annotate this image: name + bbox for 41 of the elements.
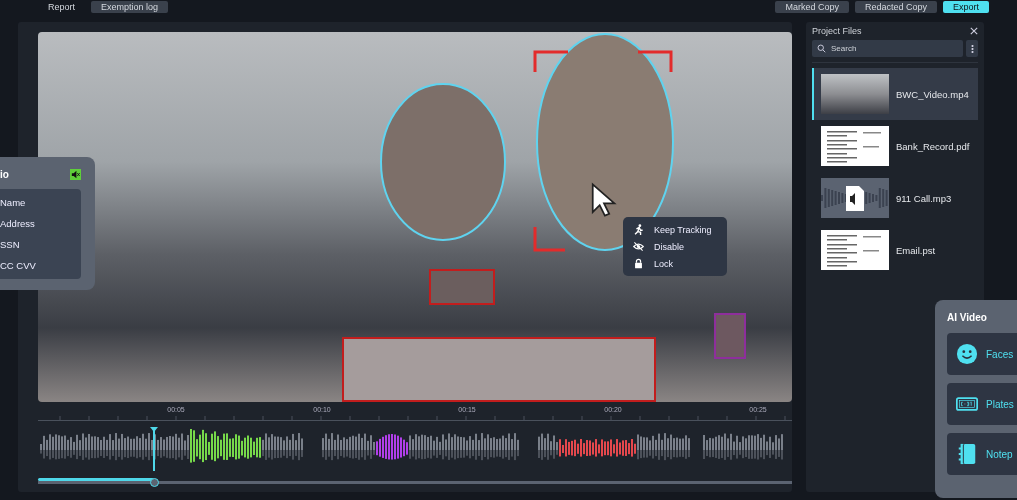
copy-button[interactable]: Redacted Copy bbox=[854, 1, 937, 13]
tab[interactable]: Report bbox=[38, 1, 85, 13]
panel-title: io bbox=[0, 168, 9, 180]
lock-icon bbox=[633, 258, 644, 269]
photo-placeholder bbox=[821, 74, 889, 114]
close-icon[interactable] bbox=[970, 27, 978, 35]
ai-tool-button[interactable]: Notep bbox=[947, 433, 1017, 475]
file-item[interactable]: Bank_Record.pdf bbox=[812, 120, 978, 172]
document-thumbnail-drawing bbox=[821, 126, 889, 166]
audio-thumbnail-drawing bbox=[821, 178, 889, 218]
file-item[interactable]: BWC_Video.mp4 bbox=[812, 68, 978, 120]
menu-item[interactable]: Disable bbox=[623, 238, 727, 255]
audio-list-item[interactable]: CC CVV bbox=[0, 255, 81, 276]
menu-item[interactable]: Lock bbox=[623, 255, 727, 272]
notebook-icon bbox=[956, 443, 978, 465]
tab[interactable]: Exemption log bbox=[91, 1, 169, 13]
menu-item[interactable]: Keep Tracking bbox=[623, 221, 727, 238]
search-icon bbox=[817, 44, 826, 53]
eye-slash-icon bbox=[633, 241, 644, 252]
audio-list-item[interactable]: Address bbox=[0, 213, 81, 234]
more-icon bbox=[970, 43, 974, 54]
ai-tool-button[interactable]: Plates bbox=[947, 383, 1017, 425]
cursor-icon bbox=[591, 182, 617, 218]
panel-title: Project Files bbox=[812, 26, 862, 36]
audio-list-item[interactable]: SSN bbox=[0, 234, 81, 255]
export-button[interactable]: Export bbox=[943, 1, 989, 13]
file-item[interactable]: 911 Call.mp3 bbox=[812, 172, 978, 224]
audio-list-item[interactable]: Name bbox=[0, 192, 81, 213]
running-person-icon bbox=[633, 224, 644, 235]
progress-slider[interactable] bbox=[38, 478, 792, 487]
document-thumbnail-drawing bbox=[821, 230, 889, 270]
speaker-icon[interactable] bbox=[70, 168, 81, 180]
file-item[interactable]: Email.pst bbox=[812, 224, 978, 276]
face-blur-ellipse[interactable] bbox=[380, 83, 506, 241]
panel-title: AI Video bbox=[947, 312, 988, 323]
playhead-marker[interactable] bbox=[150, 427, 158, 471]
copy-button[interactable]: Marked Copy bbox=[775, 1, 849, 13]
search-field[interactable]: Search bbox=[812, 40, 963, 57]
more-button[interactable] bbox=[966, 40, 978, 57]
smiley-face-icon bbox=[956, 343, 978, 365]
ai-tool-button[interactable]: Faces bbox=[947, 333, 1017, 375]
